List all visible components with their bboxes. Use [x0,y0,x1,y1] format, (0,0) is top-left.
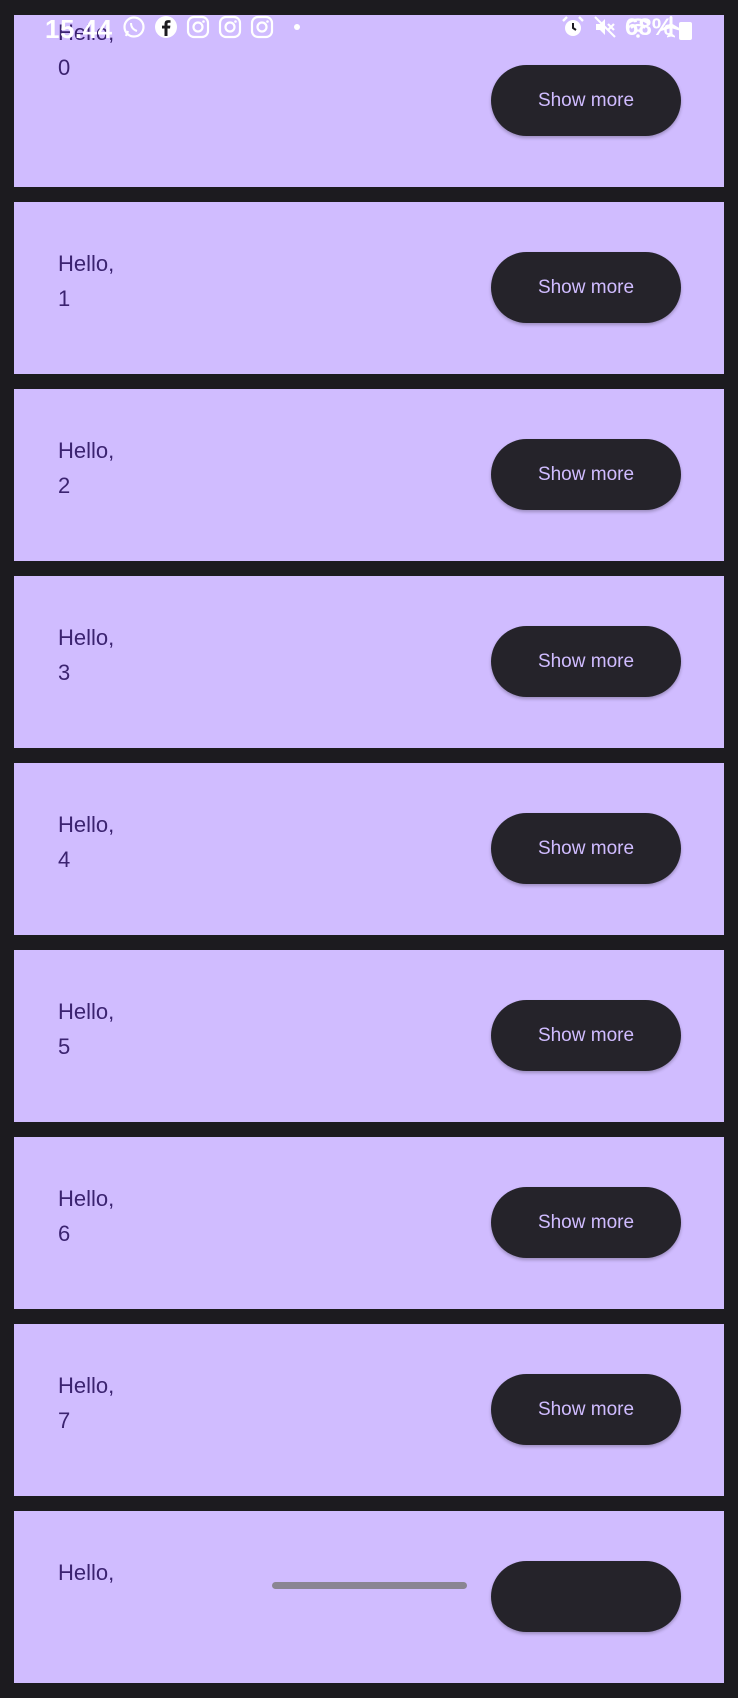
battery-percent: 68% [625,14,674,41]
greeting-text: Hello, 4 [58,807,114,877]
greeting-number: 6 [58,1221,71,1246]
gesture-navigation-bar[interactable] [272,1582,467,1589]
show-more-button[interactable]: Show more [491,252,681,323]
greeting-label: Hello, [58,1560,115,1585]
show-more-button[interactable] [491,1561,681,1632]
greeting-text: Hello, 7 [58,1368,114,1438]
list-item: Hello, 2 Show more [14,389,724,561]
status-time: 15.44 [45,14,113,44]
mute-icon [593,15,617,39]
whatsapp-icon [122,15,146,39]
greeting-label: Hello, [58,251,115,276]
list-item: Hello, 5 Show more [14,950,724,1122]
show-more-button[interactable]: Show more [491,813,681,884]
greeting-label: Hello, [58,812,115,837]
show-more-button[interactable]: Show more [491,1374,681,1445]
greeting-label: Hello, [58,1373,115,1398]
greeting-text: Hello, [58,1555,114,1590]
greeting-label: Hello, [58,625,115,650]
greeting-number: 1 [58,286,71,311]
instagram-icon [250,15,274,39]
facebook-icon [154,15,178,39]
instagram-icon [186,15,210,39]
list-item: Hello, 1 Show more [14,202,724,374]
instagram-icon [218,15,242,39]
show-more-button[interactable]: Show more [491,626,681,697]
show-more-button[interactable]: Show more [491,439,681,510]
greeting-list[interactable]: Hello, 0 Show more Hello, 1 Show more He… [14,15,724,1698]
list-item: Hello, 6 Show more [14,1137,724,1309]
list-item: Hello, 7 Show more [14,1324,724,1496]
greeting-number: 2 [58,473,71,498]
greeting-text: Hello, 1 [58,246,114,316]
greeting-number: 3 [58,660,71,685]
greeting-label: Hello, [58,438,115,463]
show-more-button[interactable]: Show more [491,1187,681,1258]
alarm-icon [561,15,585,39]
more-notifications-dot [294,24,300,30]
greeting-number: 4 [58,847,71,872]
greeting-text: Hello, 6 [58,1181,114,1251]
list-item: Hello, [14,1511,724,1683]
list-item: Hello, 4 Show more [14,763,724,935]
greeting-label: Hello, [58,1186,115,1211]
greeting-text: Hello, 5 [58,994,114,1064]
show-more-button[interactable]: Show more [491,1000,681,1071]
notification-icons [122,15,300,39]
show-more-button[interactable]: Show more [491,65,681,136]
list-item: Hello, 3 Show more [14,576,724,748]
greeting-number: 7 [58,1408,71,1433]
battery-icon [679,22,692,40]
status-bar: 15.44 68% [0,0,738,60]
greeting-text: Hello, 2 [58,433,114,503]
greeting-text: Hello, 3 [58,620,114,690]
greeting-label: Hello, [58,999,115,1024]
greeting-number: 5 [58,1034,71,1059]
